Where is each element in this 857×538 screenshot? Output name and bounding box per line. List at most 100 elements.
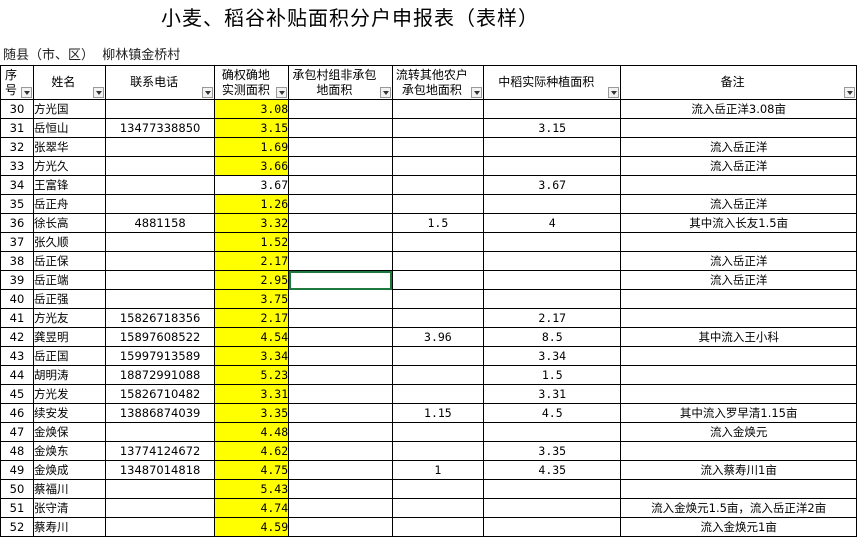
transfer-area-cell[interactable] bbox=[391, 137, 485, 157]
actual-area-cell[interactable]: 3.15 bbox=[483, 118, 622, 138]
phone-cell[interactable]: 13774124672 bbox=[104, 441, 216, 461]
name-cell[interactable]: 岳正舟 bbox=[32, 194, 106, 214]
actual-area-cell[interactable] bbox=[483, 498, 622, 518]
contract-area-cell[interactable] bbox=[288, 479, 393, 499]
actual-area-cell[interactable] bbox=[483, 137, 622, 157]
remark-cell[interactable]: 流入岳正洋3.08亩 bbox=[620, 99, 857, 119]
confirmed-area-cell[interactable]: 3.67 bbox=[214, 175, 290, 195]
remark-cell[interactable]: 流入金焕元1亩 bbox=[620, 517, 857, 537]
phone-cell[interactable] bbox=[104, 194, 216, 214]
transfer-area-cell[interactable] bbox=[391, 175, 485, 195]
seq-cell[interactable]: 36 bbox=[0, 213, 34, 233]
phone-cell[interactable]: 15897608522 bbox=[104, 327, 216, 347]
confirmed-area-cell[interactable]: 3.31 bbox=[214, 384, 290, 404]
contract-area-cell[interactable] bbox=[288, 441, 393, 461]
contract-area-cell[interactable] bbox=[288, 422, 393, 442]
remark-cell[interactable] bbox=[620, 365, 857, 385]
actual-area-cell[interactable]: 1.5 bbox=[483, 365, 622, 385]
remark-cell[interactable]: 流入蔡寿川1亩 bbox=[620, 460, 857, 480]
phone-cell[interactable] bbox=[104, 422, 216, 442]
phone-cell[interactable]: 15826718356 bbox=[104, 308, 216, 328]
name-cell[interactable]: 王富锋 bbox=[32, 175, 106, 195]
phone-cell[interactable] bbox=[104, 498, 216, 518]
seq-cell[interactable]: 30 bbox=[0, 99, 34, 119]
remark-cell[interactable] bbox=[620, 346, 857, 366]
transfer-area-cell[interactable]: 3.96 bbox=[391, 327, 485, 347]
name-cell[interactable]: 方光友 bbox=[32, 308, 106, 328]
filter-dropdown-icon[interactable] bbox=[379, 87, 391, 98]
phone-cell[interactable] bbox=[104, 517, 216, 537]
transfer-area-cell[interactable] bbox=[391, 118, 485, 138]
transfer-area-cell[interactable] bbox=[391, 498, 485, 518]
seq-cell[interactable]: 33 bbox=[0, 156, 34, 176]
seq-cell[interactable]: 40 bbox=[0, 289, 34, 309]
actual-area-cell[interactable] bbox=[483, 422, 622, 442]
contract-area-cell[interactable] bbox=[288, 213, 393, 233]
contract-area-cell[interactable] bbox=[288, 365, 393, 385]
seq-cell[interactable]: 44 bbox=[0, 365, 34, 385]
name-cell[interactable]: 张守清 bbox=[32, 498, 106, 518]
contract-area-cell[interactable] bbox=[288, 251, 393, 271]
confirmed-area-cell[interactable]: 2.95 bbox=[214, 270, 290, 290]
contract-area-cell[interactable] bbox=[288, 99, 393, 119]
phone-cell[interactable]: 13477338850 bbox=[104, 118, 216, 138]
header-remarks[interactable]: 备注 bbox=[620, 65, 857, 100]
phone-cell[interactable]: 18872991088 bbox=[104, 365, 216, 385]
phone-cell[interactable]: 13886874039 bbox=[104, 403, 216, 423]
contract-area-cell[interactable] bbox=[288, 346, 393, 366]
remark-cell[interactable]: 流入岳正洋 bbox=[620, 270, 857, 290]
filter-dropdown-icon[interactable] bbox=[20, 87, 32, 98]
name-cell[interactable]: 徐长高 bbox=[32, 213, 106, 233]
name-cell[interactable]: 岳恒山 bbox=[32, 118, 106, 138]
remark-cell[interactable] bbox=[620, 232, 857, 252]
header-phone[interactable]: 联系电话 bbox=[104, 65, 216, 100]
name-cell[interactable]: 蔡福川 bbox=[32, 479, 106, 499]
confirmed-area-cell[interactable]: 4.59 bbox=[214, 517, 290, 537]
confirmed-area-cell[interactable]: 4.74 bbox=[214, 498, 290, 518]
phone-cell[interactable] bbox=[104, 99, 216, 119]
confirmed-area-cell[interactable]: 1.69 bbox=[214, 137, 290, 157]
phone-cell[interactable] bbox=[104, 479, 216, 499]
header-contract-area[interactable]: 承包村组非承包地面积 bbox=[288, 65, 393, 100]
seq-cell[interactable]: 39 bbox=[0, 270, 34, 290]
confirmed-area-cell[interactable]: 1.26 bbox=[214, 194, 290, 214]
contract-area-cell[interactable] bbox=[288, 460, 393, 480]
remark-cell[interactable]: 流入岳正洋 bbox=[620, 194, 857, 214]
transfer-area-cell[interactable] bbox=[391, 232, 485, 252]
header-confirmed-area[interactable]: 确权确地实测面积 bbox=[214, 65, 290, 100]
name-cell[interactable]: 方光国 bbox=[32, 99, 106, 119]
name-cell[interactable]: 方光久 bbox=[32, 156, 106, 176]
transfer-area-cell[interactable] bbox=[391, 384, 485, 404]
transfer-area-cell[interactable] bbox=[391, 422, 485, 442]
contract-area-cell[interactable] bbox=[288, 118, 393, 138]
seq-cell[interactable]: 48 bbox=[0, 441, 34, 461]
name-cell[interactable]: 蔡寿川 bbox=[32, 517, 106, 537]
confirmed-area-cell[interactable]: 3.75 bbox=[214, 289, 290, 309]
seq-cell[interactable]: 41 bbox=[0, 308, 34, 328]
transfer-area-cell[interactable] bbox=[391, 194, 485, 214]
name-cell[interactable]: 金焕保 bbox=[32, 422, 106, 442]
phone-cell[interactable]: 15826710482 bbox=[104, 384, 216, 404]
contract-area-cell[interactable] bbox=[288, 137, 393, 157]
seq-cell[interactable]: 31 bbox=[0, 118, 34, 138]
actual-area-cell[interactable] bbox=[483, 194, 622, 214]
seq-cell[interactable]: 34 bbox=[0, 175, 34, 195]
actual-area-cell[interactable] bbox=[483, 479, 622, 499]
remark-cell[interactable]: 流入金焕元 bbox=[620, 422, 857, 442]
phone-cell[interactable] bbox=[104, 137, 216, 157]
seq-cell[interactable]: 37 bbox=[0, 232, 34, 252]
transfer-area-cell[interactable] bbox=[391, 270, 485, 290]
remark-cell[interactable] bbox=[620, 118, 857, 138]
confirmed-area-cell[interactable]: 3.15 bbox=[214, 118, 290, 138]
filter-dropdown-icon[interactable] bbox=[608, 87, 620, 98]
confirmed-area-cell[interactable]: 4.48 bbox=[214, 422, 290, 442]
transfer-area-cell[interactable] bbox=[391, 441, 485, 461]
phone-cell[interactable]: 4881158 bbox=[104, 213, 216, 233]
name-cell[interactable]: 龚昱明 bbox=[32, 327, 106, 347]
transfer-area-cell[interactable] bbox=[391, 156, 485, 176]
seq-cell[interactable]: 38 bbox=[0, 251, 34, 271]
transfer-area-cell[interactable] bbox=[391, 479, 485, 499]
confirmed-area-cell[interactable]: 4.75 bbox=[214, 460, 290, 480]
transfer-area-cell[interactable]: 1.15 bbox=[391, 403, 485, 423]
confirmed-area-cell[interactable]: 3.08 bbox=[214, 99, 290, 119]
